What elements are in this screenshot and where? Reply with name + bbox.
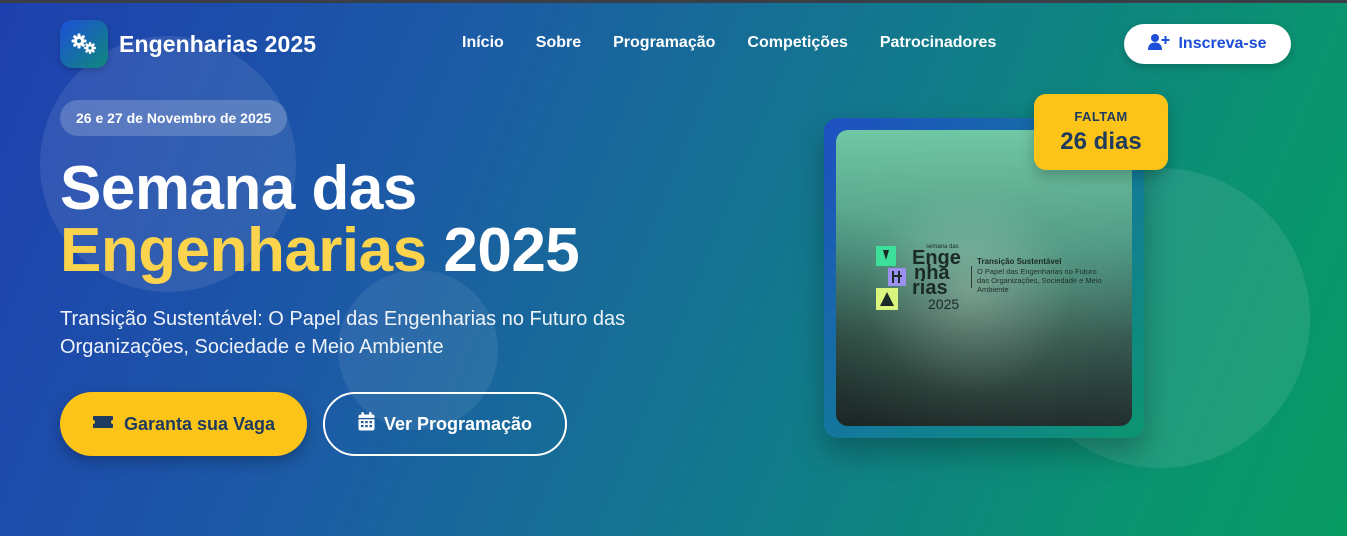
- event-poster: semana das Enge nha rias 2025 Transição …: [836, 130, 1132, 426]
- view-schedule-button[interactable]: Ver Programação: [323, 392, 567, 456]
- gears-icon: [60, 20, 108, 68]
- countdown-value: 26 dias: [1060, 128, 1142, 155]
- user-plus-icon: [1148, 33, 1170, 56]
- poster-divider: [971, 266, 972, 288]
- nav-item-sobre[interactable]: Sobre: [536, 34, 581, 52]
- countdown-badge: FALTAM 26 dias: [1034, 94, 1168, 170]
- ticket-icon: [92, 414, 114, 435]
- countdown-label: FALTAM: [1074, 109, 1128, 124]
- register-cta-label: Garanta sua Vaga: [123, 413, 276, 434]
- calendar-icon: [358, 412, 375, 436]
- nav-item-competicoes[interactable]: Competições: [747, 34, 847, 52]
- hero-title: Semana das Engenharias 2025: [60, 158, 580, 285]
- hero-title-line1: Semana das: [60, 154, 417, 223]
- nav-item-patrocinadores[interactable]: Patrocinadores: [880, 34, 996, 52]
- view-schedule-label: Ver Programação: [383, 413, 533, 434]
- signup-label: Inscreva-se: [1178, 35, 1267, 52]
- nav-item-inicio[interactable]: Início: [462, 34, 504, 52]
- hero-title-year: 2025: [443, 216, 580, 285]
- brand-name: Engenharias 2025: [119, 30, 317, 57]
- main-nav: Início Sobre Programação Competições Pat…: [462, 34, 996, 52]
- register-cta-button[interactable]: Garanta sua Vaga: [60, 392, 307, 456]
- signup-button[interactable]: Inscreva-se: [1124, 24, 1291, 64]
- hero-title-highlight: Engenharias: [60, 216, 427, 285]
- brand[interactable]: Engenharias 2025: [60, 20, 316, 68]
- top-edge-line: [0, 0, 1347, 3]
- hero-subtitle: Transição Sustentável: O Papel das Engen…: [60, 308, 626, 358]
- poster-word: rias: [912, 277, 948, 299]
- poster-year: 2025: [928, 296, 960, 312]
- nav-item-programacao[interactable]: Programação: [613, 34, 715, 52]
- poster-tagline: O Papel das Engenharias no Futuro das Or…: [977, 267, 1102, 294]
- event-date-badge: 26 e 27 de Novembro de 2025: [60, 100, 288, 136]
- poster-tagline-title: Transição Sustentável: [977, 257, 1062, 266]
